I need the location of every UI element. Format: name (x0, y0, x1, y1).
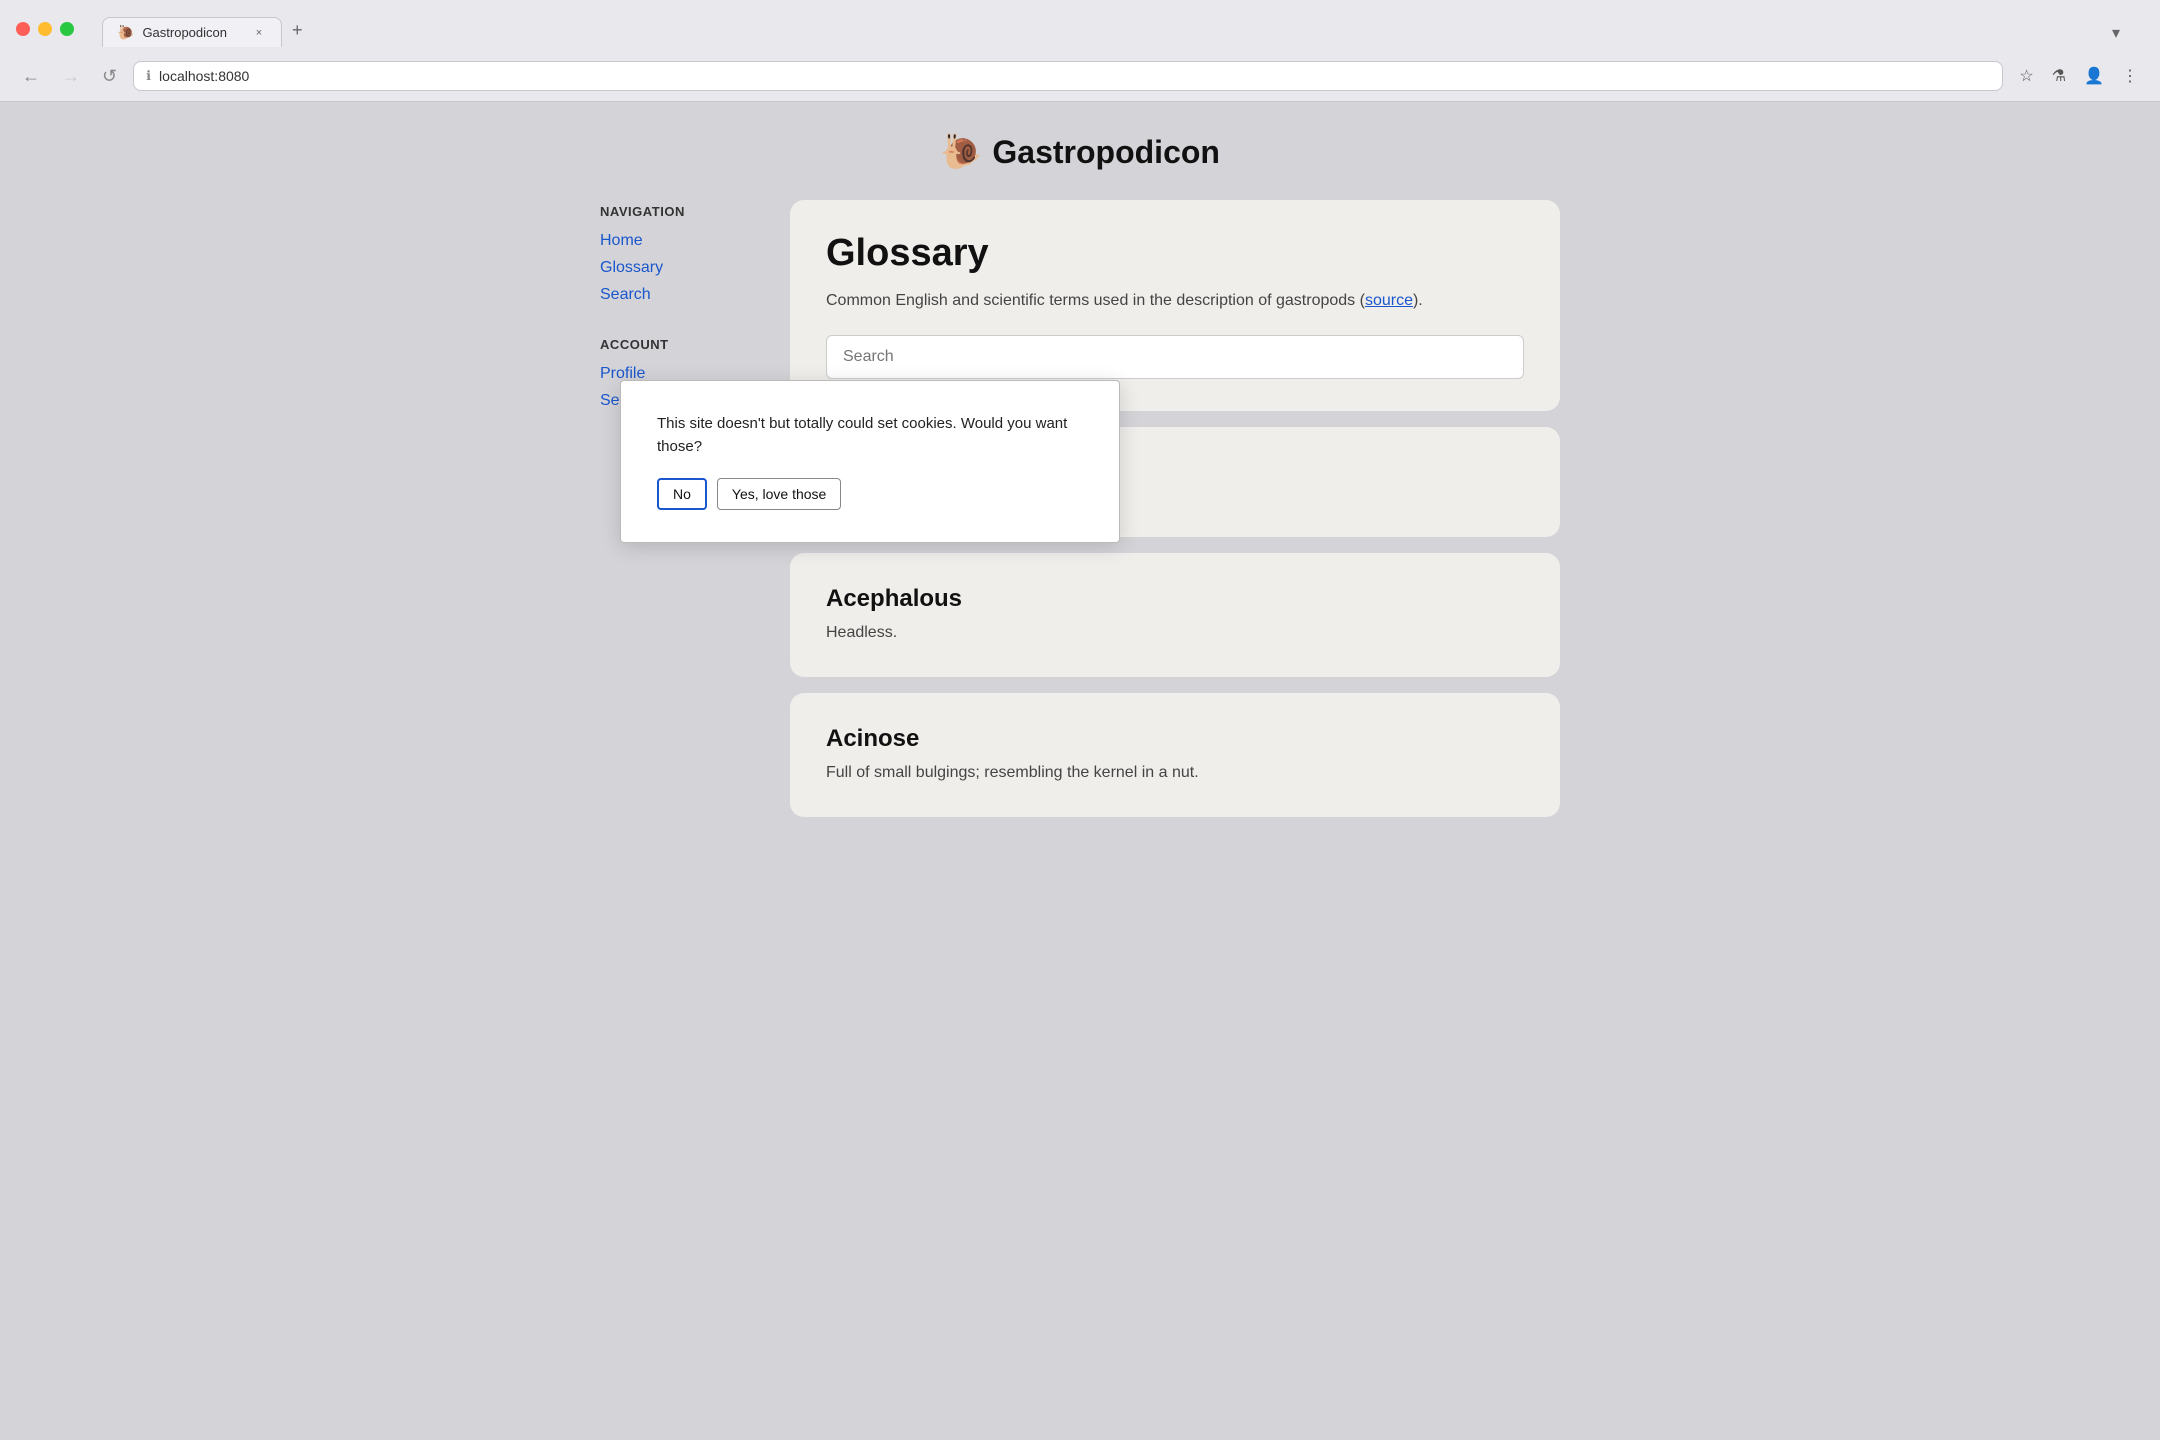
term-card-acinose: Acinose Full of small bulgings; resembli… (790, 693, 1560, 817)
site-header: 🐌 Gastropodicon (0, 132, 2160, 172)
glossary-description-text: Common English and scientific terms used… (826, 292, 1365, 309)
term-definition-acephalous: Headless. (826, 621, 1524, 645)
sidebar-item-home[interactable]: Home (600, 227, 790, 254)
page-wrapper: 🐌 Gastropodicon NAVIGATION Home Glossary… (0, 102, 2160, 1422)
back-button[interactable]: ← (16, 62, 46, 91)
nav-section-label: NAVIGATION (600, 204, 790, 219)
cookie-dialog-message: This site doesn't but totally could set … (657, 413, 1083, 458)
nav-section: NAVIGATION Home Glossary Search (600, 204, 790, 309)
experiments-button[interactable]: ⚗ (2046, 62, 2072, 90)
bookmark-button[interactable]: ☆ (2013, 62, 2039, 90)
menu-button[interactable]: ⋮ (2116, 62, 2144, 90)
tab-bar: 🐌 Gastropodicon × + ▾ (86, 14, 2144, 47)
account-section-label: ACCOUNT (600, 337, 790, 352)
browser-chrome: 🐌 Gastropodicon × + ▾ ← → ↺ ℹ localhost:… (0, 0, 2160, 102)
cookie-yes-button[interactable]: Yes, love those (717, 478, 841, 510)
sidebar-item-glossary[interactable]: Glossary (600, 254, 790, 281)
tab-dropdown-button[interactable]: ▾ (2104, 19, 2128, 47)
address-url: localhost:8080 (159, 68, 249, 84)
term-title-acinose: Acinose (826, 725, 1524, 753)
tab-favicon-icon: 🐌 (117, 24, 134, 41)
term-card-acephalous: Acephalous Headless. (790, 553, 1560, 677)
lock-icon: ℹ (146, 68, 151, 84)
source-link[interactable]: source (1365, 292, 1413, 309)
new-tab-button[interactable]: + (282, 14, 313, 47)
active-tab[interactable]: 🐌 Gastropodicon × (102, 17, 282, 47)
window-maximize-button[interactable] (60, 22, 74, 36)
browser-titlebar: 🐌 Gastropodicon × + ▾ (0, 0, 2160, 55)
glossary-description: Common English and scientific terms used… (826, 289, 1524, 313)
window-minimize-button[interactable] (38, 22, 52, 36)
cookie-no-button[interactable]: No (657, 478, 707, 510)
glossary-title: Glossary (826, 232, 1524, 275)
term-definition-acinose: Full of small bulgings; resembling the k… (826, 761, 1524, 785)
site-logo-icon: 🐌 (940, 132, 982, 172)
window-close-button[interactable] (16, 22, 30, 36)
cookie-dialog-buttons: No Yes, love those (657, 478, 1083, 510)
address-field[interactable]: ℹ localhost:8080 (133, 61, 2003, 91)
site-title: Gastropodicon (992, 134, 1220, 171)
browser-actions: ☆ ⚗ 👤 ⋮ (2013, 62, 2144, 90)
cookie-dialog: This site doesn't but totally could set … (620, 380, 1120, 543)
sidebar-item-search[interactable]: Search (600, 281, 790, 308)
tab-close-button[interactable]: × (251, 25, 267, 41)
reload-button[interactable]: ↺ (96, 62, 123, 91)
forward-button[interactable]: → (56, 62, 86, 91)
address-bar-row: ← → ↺ ℹ localhost:8080 ☆ ⚗ 👤 ⋮ (0, 55, 2160, 101)
profile-button[interactable]: 👤 (2078, 62, 2110, 90)
search-input[interactable] (826, 335, 1524, 379)
term-title-acephalous: Acephalous (826, 585, 1524, 613)
tab-title: Gastropodicon (142, 25, 227, 40)
glossary-description-end: ). (1413, 292, 1423, 309)
window-controls (16, 22, 74, 36)
